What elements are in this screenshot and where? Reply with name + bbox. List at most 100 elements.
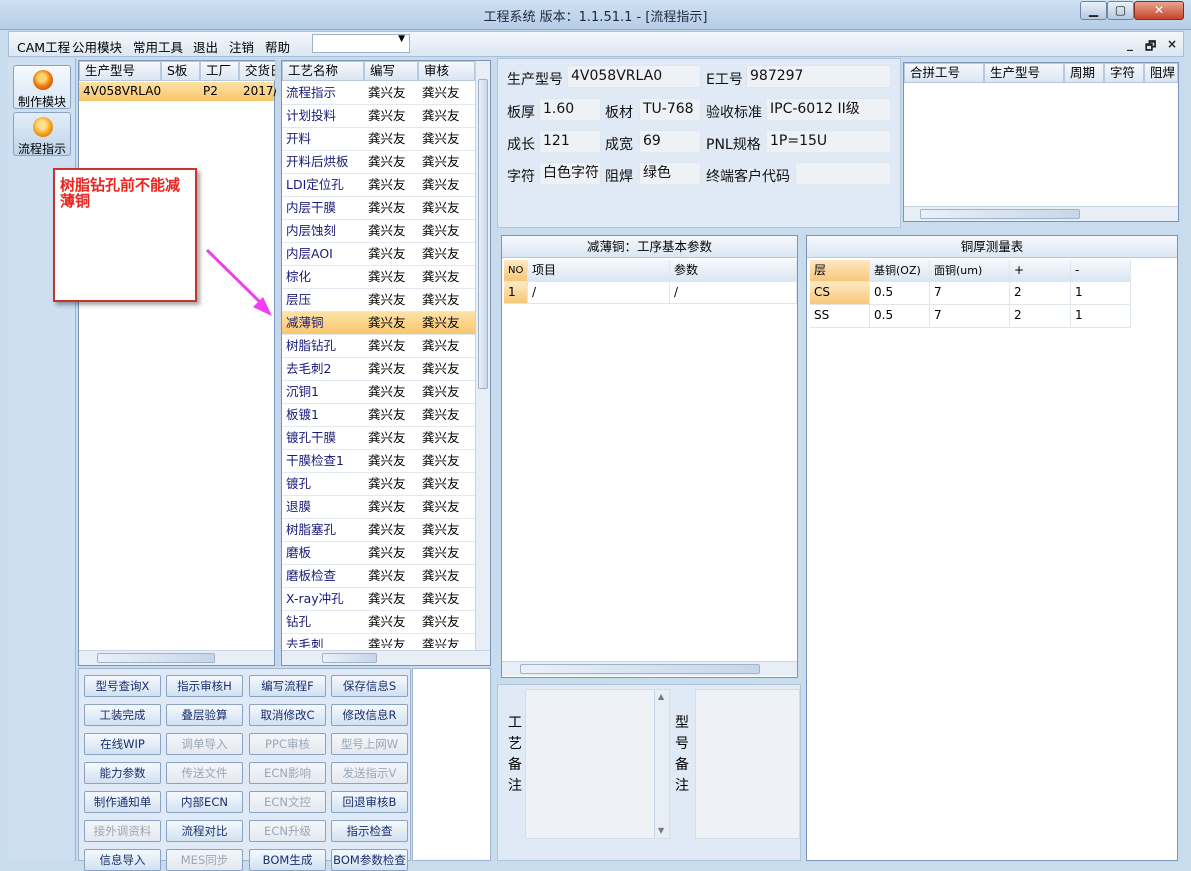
mdi-minimize-button[interactable]: _ <box>1127 37 1133 51</box>
value-end-customer[interactable] <box>795 162 891 185</box>
notes-vscrollbar[interactable]: ▲ ▼ <box>654 690 669 838</box>
action-button[interactable]: 信息导入 <box>84 849 161 871</box>
minimize-button[interactable]: ▁ <box>1080 1 1107 20</box>
value-width[interactable]: 69 <box>639 130 701 153</box>
process-row[interactable]: 沉铜1 龚兴友 龚兴友 <box>282 381 475 404</box>
col-header-param[interactable]: 参数 <box>670 260 797 282</box>
param-item-cell[interactable]: / <box>528 282 670 304</box>
process-row[interactable]: 内层干膜 龚兴友 龚兴友 <box>282 197 475 220</box>
action-button[interactable]: 指示审核H <box>166 675 243 697</box>
action-button[interactable]: ECN影响 <box>249 762 326 784</box>
action-button[interactable]: BOM生成 <box>249 849 326 871</box>
menu-cam[interactable]: CAM工程 <box>17 37 70 56</box>
scroll-thumb[interactable] <box>97 653 215 663</box>
scroll-thumb[interactable] <box>520 664 760 674</box>
surface-copper-cell[interactable]: 7 <box>930 282 1010 305</box>
process-row[interactable]: 镀孔干膜 龚兴友 龚兴友 <box>282 427 475 450</box>
value-solder-mask[interactable]: 绿色 <box>639 162 701 185</box>
action-button[interactable]: 发送指示V <box>331 762 408 784</box>
action-button[interactable]: ECN文控 <box>249 791 326 813</box>
col-header-model[interactable]: 生产型号 <box>79 61 161 81</box>
col-header-delivery[interactable]: 交货日 <box>239 61 276 81</box>
action-button[interactable]: 编写流程F <box>249 675 326 697</box>
value-character[interactable]: 白色字符 <box>539 162 601 185</box>
process-row[interactable]: 去毛刺2 龚兴友 龚兴友 <box>282 358 475 381</box>
process-row[interactable]: 板镀1 龚兴友 龚兴友 <box>282 404 475 427</box>
action-button[interactable]: 型号上网W <box>331 733 408 755</box>
process-row[interactable]: 计划投料 龚兴友 龚兴友 <box>282 105 475 128</box>
process-row[interactable]: 棕化 龚兴友 龚兴友 <box>282 266 475 289</box>
action-button[interactable]: ECN升级 <box>249 820 326 842</box>
process-row[interactable]: LDI定位孔 龚兴友 龚兴友 <box>282 174 475 197</box>
process-notes-input[interactable]: ▲ ▼ <box>525 689 670 839</box>
action-button[interactable]: 流程对比 <box>166 820 243 842</box>
process-row[interactable]: 减薄铜 龚兴友 龚兴友 <box>282 312 475 335</box>
action-button[interactable]: MES同步 <box>166 849 243 871</box>
action-button[interactable]: 在线WIP <box>84 733 161 755</box>
col-header-sboard[interactable]: S板 <box>161 61 200 81</box>
process-row[interactable]: 钻孔 龚兴友 龚兴友 <box>282 611 475 634</box>
value-pnl[interactable]: 1P=15U <box>766 130 891 153</box>
minus-cell[interactable]: 1 <box>1071 305 1131 328</box>
module-make-button[interactable]: 制作模块 <box>13 65 71 109</box>
scroll-up-icon[interactable]: ▲ <box>658 692 664 701</box>
col-header-process[interactable]: 工艺名称 <box>282 61 364 81</box>
action-button[interactable]: 调单导入 <box>166 733 243 755</box>
action-button[interactable]: 接外调资料 <box>84 820 161 842</box>
process-row[interactable]: 树脂塞孔 龚兴友 龚兴友 <box>282 519 475 542</box>
process-row[interactable]: 流程指示 龚兴友 龚兴友 <box>282 82 475 105</box>
value-length[interactable]: 121 <box>539 130 601 153</box>
col-header-layer[interactable]: 层 <box>810 260 870 282</box>
process-hscrollbar[interactable] <box>282 650 490 665</box>
scroll-down-icon[interactable]: ▼ <box>658 826 664 835</box>
merge-hscrollbar[interactable] <box>904 206 1178 221</box>
col-header-minus[interactable]: - <box>1071 260 1131 282</box>
close-button[interactable]: ✕ <box>1134 1 1184 20</box>
col-header-merge-char[interactable]: 字符 <box>1104 63 1144 83</box>
col-header-plus[interactable]: + <box>1010 260 1071 282</box>
process-row[interactable]: 树脂钻孔 龚兴友 龚兴友 <box>282 335 475 358</box>
surface-copper-cell[interactable]: 7 <box>930 305 1010 328</box>
col-header-surface-copper[interactable]: 面铜(um) <box>930 260 1010 282</box>
param-value-cell[interactable]: / <box>670 282 797 304</box>
action-button[interactable]: 制作通知单 <box>84 791 161 813</box>
action-button[interactable]: PPC审核 <box>249 733 326 755</box>
col-header-reviewer[interactable]: 审核 <box>418 61 475 81</box>
value-eno[interactable]: 987297 <box>746 65 891 88</box>
value-standard[interactable]: IPC-6012 II级 <box>766 98 891 121</box>
col-header-base-copper[interactable]: 基铜(OZ) <box>870 260 930 282</box>
minus-cell[interactable]: 1 <box>1071 282 1131 305</box>
mdi-close-button[interactable]: × <box>1167 37 1177 51</box>
base-copper-cell[interactable]: 0.5 <box>870 305 930 328</box>
maximize-button[interactable]: ▢ <box>1107 1 1134 20</box>
process-row[interactable]: 磨板检查 龚兴友 龚兴友 <box>282 565 475 588</box>
action-button[interactable]: 取消修改C <box>249 704 326 726</box>
action-button[interactable]: 工装完成 <box>84 704 161 726</box>
model-hscrollbar[interactable] <box>79 650 274 665</box>
mdi-restore-button[interactable]: 🗗 <box>1145 37 1156 58</box>
action-button[interactable]: BOM参数检查 <box>331 849 408 871</box>
action-button[interactable]: 型号查询X <box>84 675 161 697</box>
col-header-merge-mask[interactable]: 阻焊 <box>1144 63 1178 83</box>
value-model[interactable]: 4V058VRLA0 <box>567 65 701 88</box>
table-row[interactable]: 4V058VRLA0 P2 2017/ <box>79 82 278 101</box>
plus-cell[interactable]: 2 <box>1010 305 1071 328</box>
action-button[interactable]: 指示检查 <box>331 820 408 842</box>
menu-help[interactable]: 帮助 <box>265 37 290 56</box>
process-row[interactable]: 开料后烘板 龚兴友 龚兴友 <box>282 151 475 174</box>
menu-common-tools[interactable]: 常用工具 <box>133 37 183 56</box>
plus-cell[interactable]: 2 <box>1010 282 1071 305</box>
col-header-factory[interactable]: 工厂 <box>200 61 239 81</box>
col-header-merge-no[interactable]: 合拼工号 <box>904 63 984 83</box>
col-header-merge-model[interactable]: 生产型号 <box>984 63 1064 83</box>
menu-common-modules[interactable]: 公用模块 <box>72 37 122 56</box>
action-button[interactable]: 内部ECN <box>166 791 243 813</box>
action-button[interactable]: 回退审核B <box>331 791 408 813</box>
action-button[interactable]: 能力参数 <box>84 762 161 784</box>
layer-cell[interactable]: CS <box>810 282 870 305</box>
col-header-item[interactable]: 项目 <box>528 260 670 282</box>
base-copper-cell[interactable]: 0.5 <box>870 282 930 305</box>
process-row[interactable]: 去毛刺 龚兴友 龚兴友 <box>282 634 475 648</box>
process-row[interactable]: X-ray冲孔 龚兴友 龚兴友 <box>282 588 475 611</box>
process-row[interactable]: 内层蚀刻 龚兴友 龚兴友 <box>282 220 475 243</box>
